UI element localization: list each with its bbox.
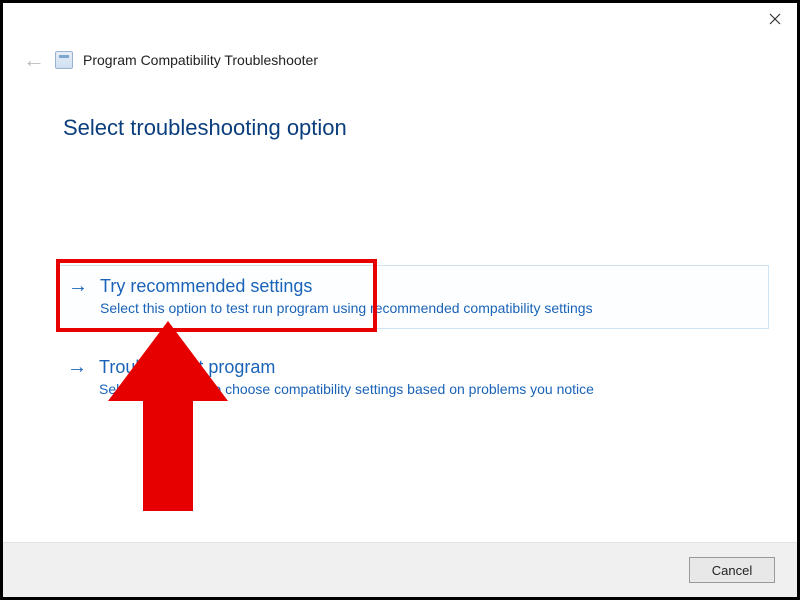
titlebar <box>3 3 797 35</box>
back-arrow-icon: ← <box>23 49 45 71</box>
cancel-button-label: Cancel <box>712 563 752 578</box>
cancel-button[interactable]: Cancel <box>689 557 775 583</box>
close-button[interactable] <box>753 4 797 34</box>
options-list: → Try recommended settings Select this o… <box>59 265 769 427</box>
app-icon <box>55 51 73 69</box>
option-description: Select this option to choose compatibili… <box>99 381 761 397</box>
header-row: ← Program Compatibility Troubleshooter <box>23 49 318 71</box>
arrow-right-icon: → <box>68 276 88 296</box>
page-heading: Select troubleshooting option <box>63 115 347 141</box>
footer-bar: Cancel <box>3 542 797 597</box>
option-description: Select this option to test run program u… <box>100 300 760 316</box>
option-troubleshoot-program[interactable]: → Troubleshoot program Select this optio… <box>59 347 769 409</box>
option-try-recommended[interactable]: → Try recommended settings Select this o… <box>59 265 769 329</box>
dialog-window: ← Program Compatibility Troubleshooter S… <box>0 0 800 600</box>
option-title: Try recommended settings <box>100 276 312 297</box>
app-title: Program Compatibility Troubleshooter <box>83 52 318 68</box>
close-icon <box>769 13 781 25</box>
option-title: Troubleshoot program <box>99 357 275 378</box>
arrow-right-icon: → <box>67 357 87 377</box>
